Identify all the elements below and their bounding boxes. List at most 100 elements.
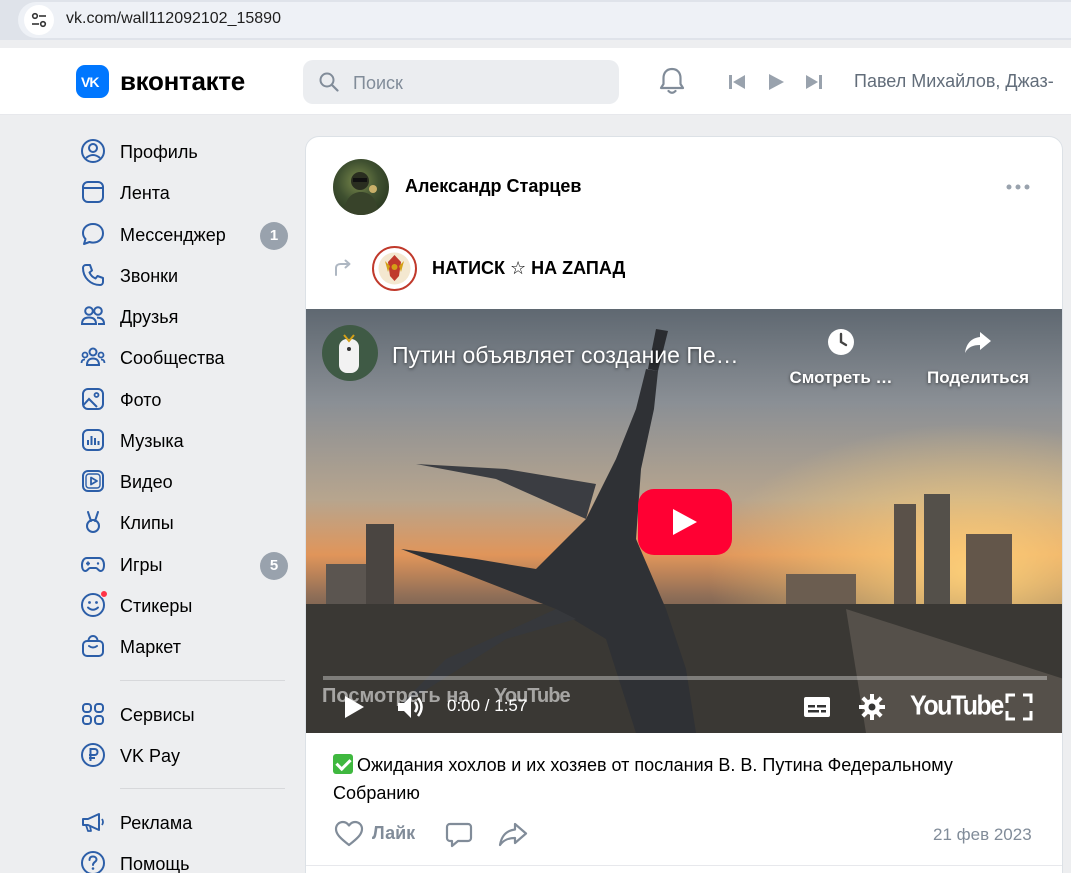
sidebar-item-label: Помощь bbox=[120, 854, 190, 873]
user-circle-icon bbox=[81, 139, 105, 163]
wall-post: Александр Старцев НАТИСК ☆ НА ZАПАД Пути… bbox=[305, 136, 1063, 873]
sidebar-item-video[interactable]: Видео bbox=[78, 461, 293, 501]
embedded-video[interactable]: Путин объявляет создание Пе… Смотреть … … bbox=[306, 309, 1062, 733]
photo-icon bbox=[82, 388, 104, 410]
sidebar-item-label: Друзья bbox=[120, 307, 179, 327]
watch-later-button[interactable]: Смотреть … bbox=[780, 327, 902, 388]
phone-icon bbox=[82, 264, 104, 286]
help-icon bbox=[81, 851, 105, 873]
stickers-new-dot bbox=[100, 590, 108, 598]
sidebar-item-clips[interactable]: Клипы bbox=[78, 502, 293, 542]
browser-address-bar: vk.com/wall112092102_15890 bbox=[0, 0, 1071, 40]
music-icon bbox=[82, 429, 104, 451]
post-date[interactable]: 21 фев 2023 bbox=[933, 825, 1032, 845]
now-playing-track[interactable]: Павел Михайлов, Джаз- bbox=[854, 71, 1054, 92]
vk-header: VK вконтакте Поиск Павел Михайлов, Джаз- bbox=[0, 48, 1071, 115]
sidebar-item-profile[interactable]: Профиль bbox=[78, 131, 293, 171]
sidebar-item-label: Звонки bbox=[120, 266, 179, 286]
author-avatar[interactable] bbox=[333, 159, 389, 215]
sidebar-item-vkpay[interactable]: VK Pay bbox=[78, 735, 293, 775]
communities-icon bbox=[80, 347, 106, 366]
clips-icon bbox=[86, 511, 100, 533]
sidebar-item-label: Профиль bbox=[120, 142, 198, 162]
sidebar-item-communities[interactable]: Сообщества bbox=[78, 337, 293, 377]
like-heart-icon[interactable] bbox=[334, 820, 364, 848]
clock-icon bbox=[828, 329, 854, 355]
repost-group-name[interactable]: НАТИСК ☆ НА ZАПАД bbox=[432, 258, 625, 279]
video-title[interactable]: Путин объявляет создание Пе… bbox=[392, 342, 739, 369]
sidebar-item-help[interactable]: Помощь bbox=[78, 843, 293, 873]
video-play-icon[interactable] bbox=[342, 694, 366, 720]
sidebar-item-label: Сервисы bbox=[120, 705, 195, 725]
next-track-icon[interactable] bbox=[804, 72, 824, 92]
url-text[interactable]: vk.com/wall112092102_15890 bbox=[66, 10, 281, 28]
sidebar-item-calls[interactable]: Звонки bbox=[78, 255, 293, 295]
sidebar-item-label: Игры bbox=[120, 555, 163, 575]
sidebar-item-label: Лента bbox=[120, 183, 170, 203]
play-triangle-icon bbox=[673, 509, 697, 535]
comment-icon[interactable] bbox=[445, 821, 473, 849]
notifications-bell-icon[interactable] bbox=[658, 66, 686, 96]
subtitles-icon[interactable] bbox=[803, 696, 831, 718]
site-settings-icon[interactable] bbox=[24, 5, 54, 35]
repost-arrow-icon bbox=[335, 259, 351, 276]
sidebar-item-label: Видео bbox=[120, 472, 173, 492]
services-grid-icon bbox=[82, 703, 104, 725]
sidebar-item-games[interactable]: Игры 5 bbox=[78, 544, 293, 584]
share-arrow-icon bbox=[965, 332, 991, 353]
sidebar-item-feed[interactable]: Лента bbox=[78, 172, 293, 212]
share-icon[interactable] bbox=[498, 821, 528, 847]
vkpay-icon bbox=[81, 743, 105, 767]
sidebar-item-label: Клипы bbox=[120, 513, 174, 533]
video-share-label: Поделиться bbox=[926, 368, 1030, 387]
brand-wordmark[interactable]: вконтакте bbox=[120, 66, 245, 97]
sidebar-item-messenger[interactable]: Мессенджер 1 bbox=[78, 214, 293, 254]
video-icon bbox=[82, 470, 104, 492]
sidebar-item-label: Маркет bbox=[120, 637, 181, 657]
post-author-name[interactable]: Александр Старцев bbox=[405, 176, 581, 197]
logo-text: VK bbox=[81, 74, 99, 90]
market-bag-icon bbox=[82, 634, 104, 657]
repost-group-avatar[interactable] bbox=[372, 246, 417, 291]
youtube-channel-avatar[interactable] bbox=[322, 325, 378, 381]
sidebar-item-label: Музыка bbox=[120, 431, 184, 451]
vk-logo-icon[interactable]: VK bbox=[76, 65, 109, 98]
previous-track-icon[interactable] bbox=[727, 72, 747, 92]
youtube-play-button[interactable] bbox=[638, 489, 732, 555]
post-text: Ожидания хохлов и их хозяев от послания … bbox=[333, 751, 1033, 807]
search-placeholder: Поиск bbox=[353, 73, 403, 93]
video-progress-bar[interactable] bbox=[323, 676, 1047, 680]
sidebar-item-photos[interactable]: Фото bbox=[78, 379, 293, 419]
video-share-button[interactable]: Поделиться bbox=[920, 327, 1036, 388]
sidebar-item-label: Мессенджер bbox=[120, 225, 226, 245]
message-icon bbox=[82, 223, 104, 245]
gamepad-icon bbox=[81, 557, 105, 572]
sidebar-item-label: Стикеры bbox=[120, 596, 193, 616]
sidebar-item-music[interactable]: Музыка bbox=[78, 420, 293, 460]
watch-later-label: Смотреть … bbox=[789, 368, 893, 387]
sidebar-item-label: VK Pay bbox=[120, 746, 181, 766]
unread-badge: 1 bbox=[260, 222, 288, 250]
fullscreen-icon[interactable] bbox=[1005, 693, 1033, 721]
sidebar-item-ads[interactable]: Реклама bbox=[78, 802, 293, 842]
sidebar-item-label: Реклама bbox=[120, 813, 193, 833]
friends-icon bbox=[80, 306, 106, 325]
sidebar-item-friends[interactable]: Друзья bbox=[78, 296, 293, 336]
post-divider bbox=[306, 865, 1062, 866]
sidebar-item-market[interactable]: Маркет bbox=[78, 626, 293, 666]
post-text-body: Ожидания хохлов и их хозяев от послания … bbox=[333, 755, 953, 803]
newsfeed-icon bbox=[82, 181, 104, 203]
like-label[interactable]: Лайк bbox=[372, 823, 415, 844]
play-icon[interactable] bbox=[767, 72, 785, 92]
sidebar-divider bbox=[120, 680, 285, 681]
volume-icon[interactable] bbox=[396, 693, 428, 721]
sidebar-item-label: Фото bbox=[120, 390, 162, 410]
settings-gear-icon[interactable] bbox=[858, 693, 886, 721]
check-mark-icon bbox=[333, 754, 353, 774]
video-time: 0:00 / 1:57 bbox=[447, 696, 528, 715]
sidebar-item-services[interactable]: Сервисы bbox=[78, 694, 293, 734]
sidebar-item-stickers[interactable]: Стикеры bbox=[78, 585, 293, 625]
more-options-icon[interactable] bbox=[1006, 183, 1030, 191]
search-input[interactable]: Поиск bbox=[303, 60, 619, 104]
youtube-logo[interactable]: YouTube bbox=[910, 691, 1004, 723]
